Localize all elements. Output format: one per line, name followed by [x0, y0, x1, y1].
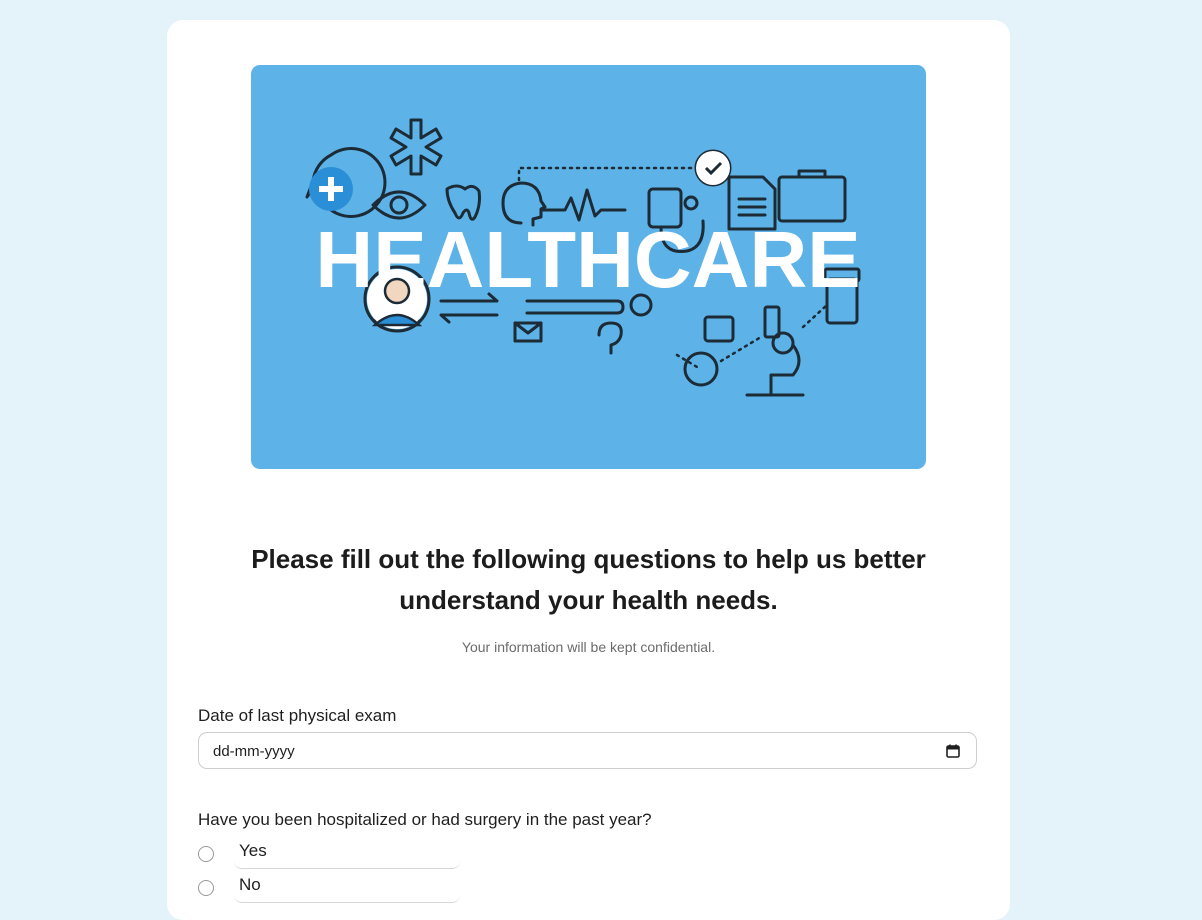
form-heading: Please fill out the following questions …	[251, 544, 926, 615]
exam-date-input[interactable]: dd-mm-yyyy	[198, 732, 977, 769]
radio-no[interactable]	[198, 880, 214, 896]
exam-date-label: Date of last physical exam	[198, 706, 397, 725]
question-icon	[597, 321, 623, 355]
microscope-icon	[745, 343, 805, 397]
text-bubble-icon	[703, 315, 735, 343]
radio-label-no[interactable]: No	[234, 871, 460, 903]
radio-yes[interactable]	[198, 846, 214, 862]
confidentiality-note: Your information will be kept confidenti…	[461, 639, 716, 655]
exam-date-placeholder: dd-mm-yyyy	[213, 743, 295, 760]
user-circle-icon	[683, 351, 719, 387]
form-card: HEALTHCARE Please fill out the following…	[167, 20, 1010, 920]
radio-label-yes[interactable]: Yes	[234, 837, 460, 869]
hospitalized-question: Have you been hospitalized or had surger…	[198, 810, 652, 829]
star-of-life-icon	[389, 118, 443, 176]
calendar-icon[interactable]	[946, 744, 960, 758]
healthcare-hero-image: HEALTHCARE	[251, 65, 926, 469]
healthcare-illustration: HEALTHCARE	[305, 118, 861, 397]
